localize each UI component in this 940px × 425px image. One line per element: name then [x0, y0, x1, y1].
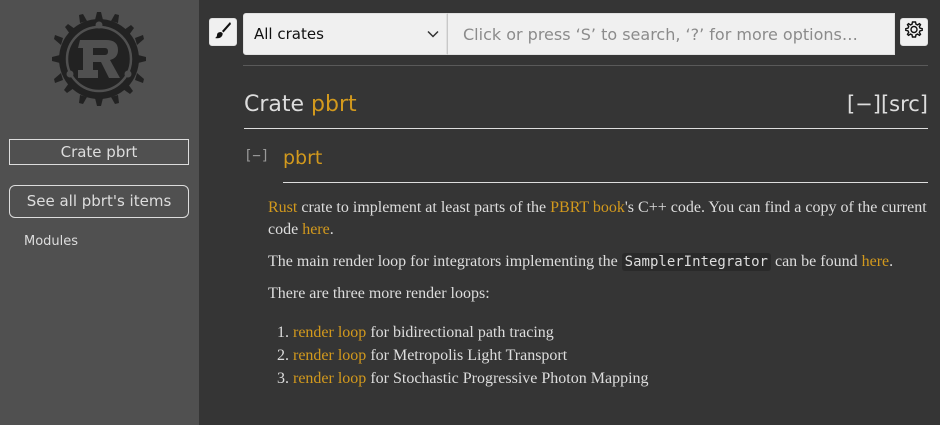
text: . [889, 253, 894, 270]
section-divider [283, 182, 928, 183]
collapse-src-links[interactable]: [−][src] [847, 92, 928, 116]
list-item: render loop for bidirectional path traci… [293, 321, 933, 344]
rust-logo-icon[interactable] [48, 8, 150, 110]
paragraph-intro: Rust crate to implement at least parts o… [268, 197, 933, 241]
render-loop-list: render loop for bidirectional path traci… [268, 321, 933, 390]
settings-button[interactable] [900, 18, 928, 46]
pbrt-book-link[interactable]: PBRT book [550, 199, 625, 216]
page-title: Crate pbrt [244, 92, 357, 117]
see-all-items-button[interactable]: See all pbrt's items [9, 185, 189, 218]
paintbrush-icon [214, 21, 232, 44]
sampler-integrator-code: SamplerIntegrator [621, 253, 771, 271]
text: . [329, 221, 334, 238]
crate-filter-value: All crates [254, 25, 324, 43]
list-item: render loop for Metropolis Light Transpo… [293, 344, 933, 367]
text: crate to implement at least parts of the [297, 199, 551, 216]
heading-divider [244, 128, 928, 129]
collapse-toggle[interactable]: [−] [244, 148, 269, 164]
crate-name-link[interactable]: pbrt [311, 92, 357, 117]
render-loop-link-bdpt[interactable]: render loop [293, 324, 366, 341]
rust-link[interactable]: Rust [268, 199, 297, 216]
search-divider [243, 65, 928, 66]
chevron-down-icon [426, 27, 440, 45]
sidebar: Crate pbrt See all pbrt's items Modules [0, 0, 199, 425]
crate-title: Crate pbrt [9, 139, 189, 165]
text: The main render loop for integrators imp… [268, 253, 622, 270]
section-heading[interactable]: pbrt [283, 147, 322, 169]
current-code-link[interactable]: here [302, 221, 330, 238]
render-loop-link-mlt[interactable]: render loop [293, 347, 366, 364]
theme-picker-button[interactable] [209, 18, 237, 46]
render-loop-link-sppm[interactable]: render loop [293, 370, 366, 387]
text: for Stochastic Progressive Photon Mappin… [366, 370, 649, 387]
text: for bidirectional path tracing [366, 324, 554, 341]
list-item: render loop for Stochastic Progressive P… [293, 367, 933, 390]
paragraph-render-loop: The main render loop for integrators imp… [268, 251, 933, 273]
sidebar-item-modules[interactable]: Modules [24, 234, 78, 249]
search-input[interactable] [447, 13, 895, 55]
crate-filter-select[interactable]: All crates [243, 13, 447, 55]
text: for Metropolis Light Transport [366, 347, 568, 364]
page-title-prefix: Crate [244, 92, 312, 117]
gear-icon [904, 20, 924, 45]
docblock: Rust crate to implement at least parts o… [268, 197, 933, 390]
text: can be found [770, 253, 862, 270]
render-loop-here-link[interactable]: here [862, 253, 890, 270]
paragraph-more-loops: There are three more render loops: [268, 285, 490, 302]
